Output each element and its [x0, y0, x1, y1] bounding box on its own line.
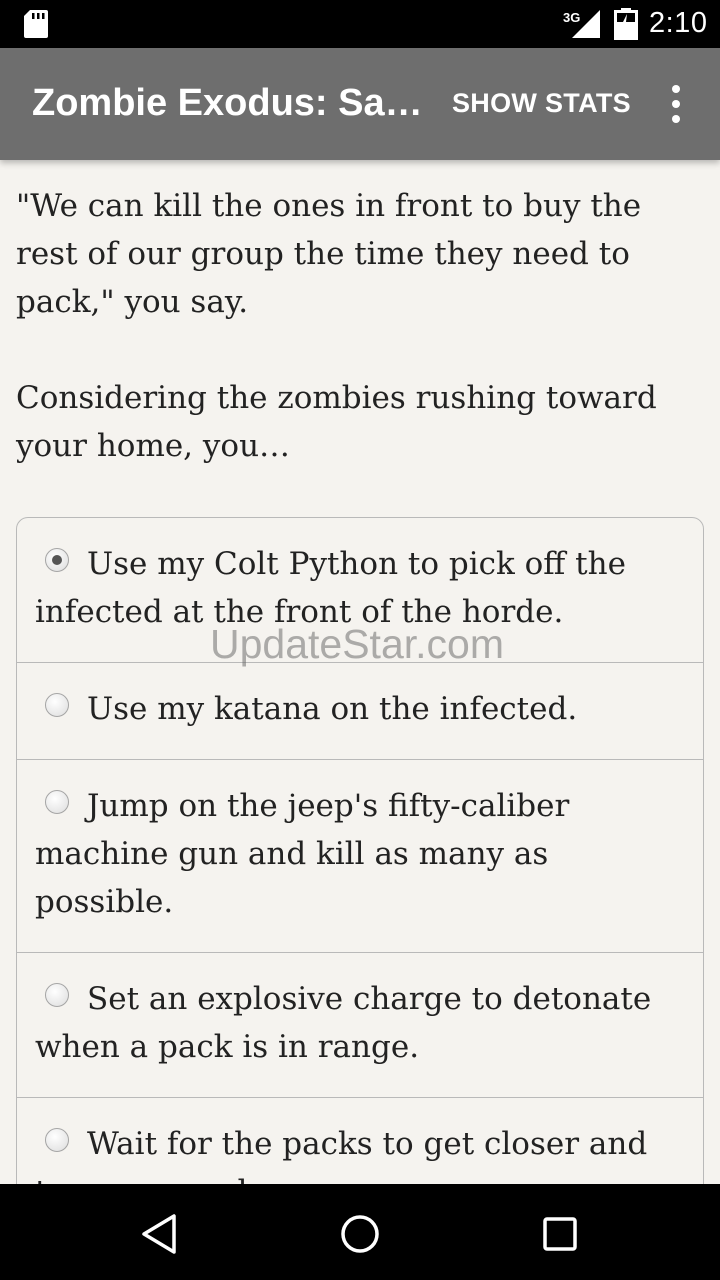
choice-label: Jump on the jeep's fifty-caliber machine…	[35, 788, 570, 920]
radio-unselected-icon[interactable]	[45, 693, 69, 717]
show-stats-button[interactable]: SHOW STATS	[452, 88, 631, 119]
radio-unselected-icon[interactable]	[45, 983, 69, 1007]
choice-option[interactable]: Jump on the jeep's fifty-caliber machine…	[17, 760, 703, 953]
overflow-menu-icon[interactable]	[664, 82, 688, 126]
choice-label: Use my Colt Python to pick off the infec…	[35, 546, 626, 630]
story-text: "We can kill the ones in front to buy th…	[16, 182, 706, 518]
signal-icon: 3G	[563, 10, 600, 38]
status-bar: 3G 2:10	[0, 0, 720, 48]
network-type: 3G	[563, 10, 580, 25]
battery-icon	[614, 8, 638, 40]
app-title: Zombie Exodus: Safe Haven	[32, 82, 424, 124]
sd-card-icon	[24, 10, 48, 38]
radio-selected-icon[interactable]	[45, 548, 69, 572]
choice-label: Use my katana on the infected.	[87, 691, 578, 727]
story-paragraph: "We can kill the ones in front to buy th…	[16, 188, 642, 320]
choice-list: Use my Colt Python to pick off the infec…	[16, 517, 704, 1184]
home-icon[interactable]	[338, 1212, 382, 1256]
story-content[interactable]: "We can kill the ones in front to buy th…	[0, 160, 720, 1184]
choice-option[interactable]: Wait for the packs to get closer and tos…	[17, 1098, 703, 1184]
story-paragraph: Considering the zombies rushing toward y…	[16, 380, 657, 464]
radio-unselected-icon[interactable]	[45, 790, 69, 814]
navigation-bar	[0, 1184, 720, 1280]
back-icon[interactable]	[138, 1212, 182, 1256]
choice-option[interactable]: Set an explosive charge to detonate when…	[17, 953, 703, 1098]
choice-option[interactable]: Use my katana on the infected.	[17, 663, 703, 760]
clock: 2:10	[649, 7, 708, 39]
recents-icon[interactable]	[538, 1212, 582, 1256]
watermark: UpdateStar.com	[210, 621, 504, 667]
app-bar: Zombie Exodus: Safe Haven SHOW STATS	[0, 48, 720, 160]
radio-unselected-icon[interactable]	[45, 1128, 69, 1152]
choice-label: Wait for the packs to get closer and tos…	[35, 1126, 648, 1184]
choice-label: Set an explosive charge to detonate when…	[35, 981, 652, 1065]
